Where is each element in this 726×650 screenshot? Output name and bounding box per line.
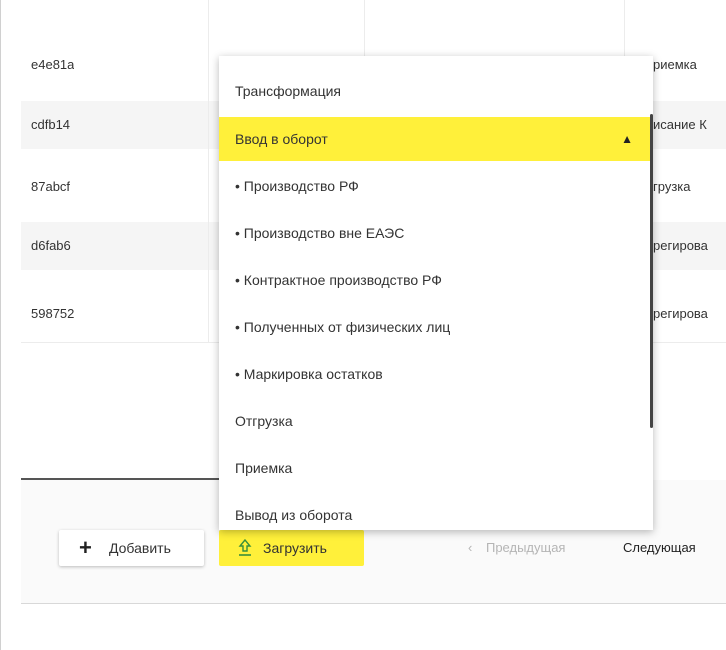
next-page-button[interactable]: Следующая	[623, 530, 696, 566]
page: e4e81a риемка cdfb14 исание К 87abcf гру…	[0, 0, 726, 650]
chevron-left-icon: ‹	[468, 540, 473, 555]
add-button-label: Добавить	[109, 540, 171, 556]
row-type: грузка	[653, 179, 691, 194]
document-type-dropdown: Трансформация Ввод в оборот ▲ • Производ…	[219, 56, 653, 530]
row-id: 598752	[31, 306, 75, 321]
dropdown-item-production-outside-eaeu[interactable]: • Производство вне ЕАЭС	[219, 210, 653, 256]
column-divider	[208, 0, 209, 342]
dropdown-item-label: Ввод в оборот	[235, 131, 328, 147]
upload-button[interactable]: Загрузить	[219, 530, 364, 566]
row-type: риемка	[653, 57, 697, 72]
row-id: e4e81a	[31, 57, 75, 72]
table-header-row	[21, 0, 726, 34]
dropdown-item-withdrawal[interactable]: Вывод из оборота	[219, 492, 653, 530]
row-id: 87abcf	[31, 179, 71, 194]
dropdown-item-acceptance[interactable]: Приемка	[219, 445, 653, 491]
dropdown-scrollbar[interactable]	[650, 114, 653, 428]
plus-icon: +	[79, 535, 92, 560]
previous-page-button[interactable]: ‹ Предыдущая	[468, 530, 565, 566]
row-type: исание К	[653, 117, 707, 132]
row-type: регирова	[653, 238, 708, 253]
dropdown-item-contract-production-rf[interactable]: • Контрактное производство РФ	[219, 257, 653, 303]
dropdown-item-production-rf[interactable]: • Производство РФ	[219, 163, 653, 209]
chevron-up-icon: ▲	[621, 132, 633, 146]
add-button[interactable]: + Добавить	[59, 530, 204, 566]
dropdown-item-shipment[interactable]: Отгрузка	[219, 398, 653, 444]
previous-page-label: Предыдущая	[485, 540, 566, 555]
dropdown-item-transformation[interactable]: Трансформация	[219, 68, 653, 114]
row-type: регирова	[653, 306, 708, 321]
dropdown-item-received-from-individuals[interactable]: • Полученных от физических лиц	[219, 304, 653, 350]
upload-button-label: Загрузить	[263, 540, 327, 556]
upload-icon	[238, 539, 252, 556]
dropdown-item-introduction[interactable]: Ввод в оборот ▲	[219, 117, 653, 161]
dropdown-item-stock-marking[interactable]: • Маркировка остатков	[219, 351, 653, 397]
next-page-label: Следующая	[623, 540, 696, 555]
row-id: d6fab6	[31, 238, 71, 253]
row-id: cdfb14	[31, 117, 71, 132]
